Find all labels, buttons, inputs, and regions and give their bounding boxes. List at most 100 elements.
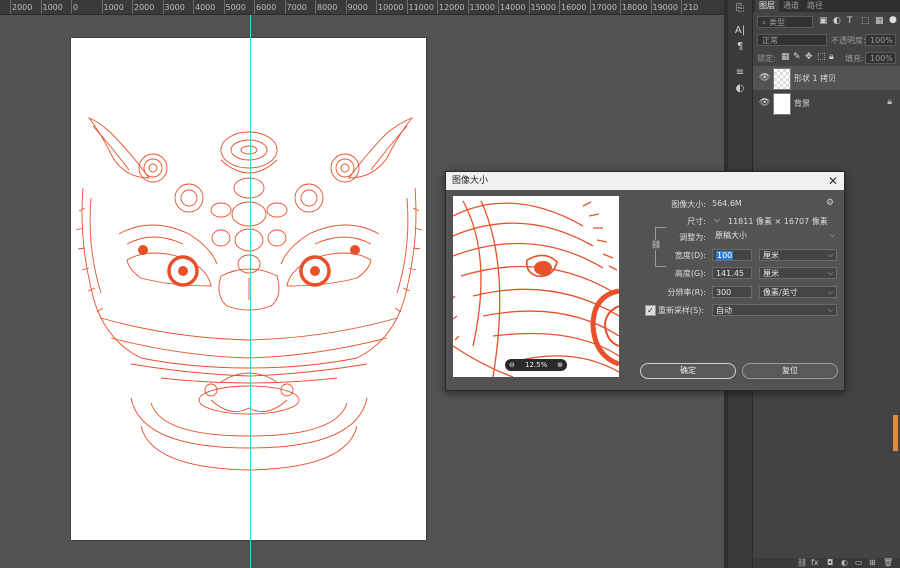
ruler-tick-line (223, 0, 225, 14)
ruler-tick-label: 11000 (408, 3, 434, 12)
resample-checkbox[interactable]: ✓ (645, 305, 656, 316)
image-preview[interactable]: ⊖ 12.5% ⊕ (453, 196, 619, 377)
ruler-tick-line (528, 0, 530, 14)
ruler-tick-label: 3000 (164, 3, 185, 12)
close-icon[interactable]: ✕ (828, 172, 838, 190)
resample-select[interactable]: 自动 ⌵ (712, 304, 837, 316)
layer-row-shape-copy[interactable]: 👁︎ 形状 1 拷贝 (753, 66, 900, 90)
adjustments-icon[interactable]: ◐ (732, 82, 748, 96)
ruler-tick-label: 1000 (42, 3, 63, 12)
ruler-tick-label: 15000 (530, 3, 556, 12)
preview-zoom-bar: ⊖ 12.5% ⊕ (505, 359, 567, 371)
tab-layers[interactable]: 图层 (755, 0, 779, 12)
layer-name[interactable]: 形状 1 拷贝 (794, 73, 836, 84)
group-icon[interactable]: ▭ (855, 558, 863, 567)
ruler-tick-label: 2000 (12, 3, 33, 12)
filter-adjustment-icon[interactable]: ◐ (833, 16, 841, 26)
ruler-tick-line (40, 0, 42, 14)
resolution-unit-select[interactable]: 像素/英寸 ⌵ (759, 286, 837, 298)
height-value: 141.45 (716, 269, 744, 278)
ok-button[interactable]: 确定 (640, 363, 736, 379)
zoom-in-icon[interactable]: ⊕ (557, 359, 563, 371)
height-input[interactable]: 141.45 (712, 267, 752, 279)
height-unit-select[interactable]: 厘米 ⌵ (759, 267, 837, 279)
lock-pixels-icon[interactable]: ✎ (793, 52, 801, 62)
blend-mode-select[interactable]: 正常 (757, 34, 827, 46)
filter-pixel-icon[interactable]: ▣ (819, 16, 828, 26)
height-unit-value: 厘米 (763, 269, 779, 278)
character-icon[interactable]: A| (732, 24, 748, 38)
ruler-tick-label: 17000 (591, 3, 617, 12)
ruler-tick-label: 16000 (561, 3, 587, 12)
width-value: 100 (716, 251, 734, 260)
filter-toggle-icon[interactable]: ● (889, 15, 897, 25)
filter-smart-object-icon[interactable]: ▦ (875, 16, 884, 26)
width-input[interactable]: 100 (712, 249, 752, 261)
dialog-titlebar[interactable]: 图像大小 ✕ (446, 172, 844, 190)
dialog-title: 图像大小 (452, 176, 489, 186)
fill-input[interactable]: 100% (865, 52, 896, 64)
trash-icon[interactable]: 🗑︎ (883, 558, 893, 567)
filter-shape-icon[interactable]: ⬚ (861, 16, 870, 26)
ruler-tick-label: 6000 (256, 3, 277, 12)
mask-icon[interactable]: ◘ (827, 558, 833, 567)
ruler-tick-label: 0 (73, 3, 79, 12)
ruler-tick-label: 7000 (286, 3, 307, 12)
history-icon[interactable]: ⎘ (732, 2, 748, 16)
vertical-guide-line[interactable] (250, 15, 251, 568)
visibility-eye-icon[interactable]: 👁︎ (759, 98, 770, 108)
document-canvas[interactable] (71, 38, 426, 540)
dimensions-label: 尺寸: (687, 217, 706, 226)
gear-icon[interactable]: ⚙ (826, 198, 834, 208)
ruler-tick-label: 5000 (225, 3, 246, 12)
resolution-unit-value: 像素/英寸 (763, 288, 798, 297)
fx-icon[interactable]: fx (811, 558, 819, 567)
dimensions-dropdown-icon[interactable]: ⌵ (714, 215, 720, 225)
properties-icon[interactable]: ≡ (732, 66, 748, 80)
lock-transparent-icon[interactable]: ▦ (781, 52, 790, 62)
chevron-down-icon: ⌵ (827, 288, 833, 296)
ruler-tick-label: 2000 (134, 3, 155, 12)
width-unit-value: 厘米 (763, 251, 779, 260)
link-icon[interactable]: ⛓ (797, 558, 807, 567)
new-layer-icon[interactable]: ⊞ (869, 558, 876, 567)
fit-to-value: 原稿大小 (715, 231, 747, 240)
fit-to-select[interactable]: 原稿大小 ⌵ (712, 230, 838, 242)
ruler-tick-label: 1000 (103, 3, 124, 12)
layer-filter-label: 类型 (769, 18, 786, 27)
layer-row-background[interactable]: 👁︎ 背景 🔒︎ (753, 91, 900, 115)
lock-all-icon[interactable]: 🔒︎ (829, 52, 834, 62)
ruler-tick-label: 8000 (317, 3, 338, 12)
paragraph-icon[interactable]: ¶ (732, 40, 748, 54)
horizontal-ruler[interactable]: 2000 1000 0 1000 2000 3000 4000 5000 6000 7000 800… (0, 0, 724, 15)
width-unit-select[interactable]: 厘米 ⌵ (759, 249, 837, 261)
scrollbar-thumb[interactable] (893, 415, 898, 451)
zoom-out-icon[interactable]: ⊖ (509, 359, 515, 371)
lock-artboard-icon[interactable]: ⬚ (817, 52, 826, 62)
constrain-proportions-link-icon[interactable]: ⛓ (651, 240, 661, 250)
layer-name[interactable]: 背景 (794, 98, 810, 109)
tab-channels[interactable]: 通道 (783, 0, 799, 12)
ruler-tick-label: 10000 (378, 3, 404, 12)
opacity-input[interactable]: 100% (865, 34, 896, 46)
dimensions-value: 11811 像素 × 16707 像素 (728, 217, 828, 226)
tab-paths[interactable]: 路径 (807, 0, 823, 12)
image-size-dialog: 图像大小 ✕ ⊖ 12.5% ⊕ 图像大小: 564.6M ⚙ 尺寸: ⌵ 11… (445, 171, 845, 391)
lock-position-icon[interactable]: ✥ (805, 52, 813, 62)
ruler-tick-line (193, 0, 194, 14)
adjustment-icon[interactable]: ◐ (841, 558, 848, 567)
ruler-tick-label: 13000 (469, 3, 495, 12)
zoom-value: 12.5% (525, 361, 548, 369)
lock-label: 锁定: (757, 54, 776, 63)
resolution-input[interactable]: 300 (712, 286, 752, 298)
blend-mode-value: 正常 (762, 36, 778, 45)
resample-label: 重新采样(S): (658, 306, 705, 315)
filter-type-icon[interactable]: T (847, 16, 853, 26)
ruler-tick-line (162, 0, 164, 14)
ruler-tick-line (559, 0, 560, 14)
reset-button[interactable]: 复位 (742, 363, 838, 379)
layer-filter-select[interactable]: ⌕ 类型 (757, 16, 813, 28)
ruler-tick-label: 12000 (439, 3, 465, 12)
visibility-eye-icon[interactable]: 👁︎ (759, 73, 770, 83)
ruler-tick-label: 210 (683, 3, 699, 12)
